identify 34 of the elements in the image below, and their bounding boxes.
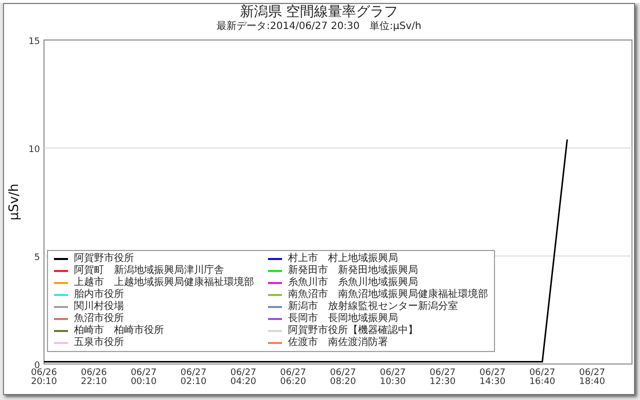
y-axis-label: μSv/h <box>7 184 22 220</box>
x-tick-label: 06/27 12:30 <box>430 368 456 387</box>
x-tick-label: 06/27 16:40 <box>529 368 556 387</box>
x-tick-label: 06/26 20:10 <box>31 368 57 387</box>
legend-label: 五泉市役所 <box>74 337 124 349</box>
legend-label: 阿賀町 新潟地域振興局津川庁舎 <box>74 265 224 276</box>
legend-label: 柏崎市 柏崎市役所 <box>74 325 164 336</box>
legend-label: 長岡市 長岡地域振興局 <box>288 313 398 324</box>
x-tick-label: 06/27 04:20 <box>230 368 256 387</box>
x-tick-label: 06/26 22:10 <box>80 368 107 387</box>
chart-subtitle: 最新データ:2014/06/27 20:30 単位:μSv/h <box>216 21 422 33</box>
y-tick-label: 5 <box>34 253 40 263</box>
x-tick-label: 06/27 00:10 <box>130 368 157 387</box>
legend-label: 魚沼市役所 <box>74 313 124 324</box>
legend-label: 新発田市 新発田地域振興局 <box>288 265 418 276</box>
legend-label: 関川村役場 <box>74 301 124 312</box>
y-tick-label: 15 <box>28 37 40 47</box>
legend-label: 阿賀野市役所【機器確認中】 <box>288 325 418 336</box>
legend-label: 糸魚川市 糸魚川地域振興局 <box>288 277 418 288</box>
x-tick-label: 06/27 14:30 <box>480 368 506 387</box>
x-tick-label: 06/27 06:20 <box>280 368 306 387</box>
legend-label: 新潟市 放射線監視センター新潟分室 <box>288 301 458 312</box>
legend-label: 上越市 上越地域振興局健康福祉環境部 <box>74 277 254 288</box>
legend-label: 阿賀野市役所 <box>74 253 134 264</box>
legend-label: 村上市 村上地域振興局 <box>288 253 398 264</box>
x-tick-label: 06/27 18:40 <box>579 368 606 387</box>
legend-label: 南魚沼市 南魚沼地域振興局健康福祉環境部 <box>288 289 488 300</box>
chart-title: 新潟県 空間線量率グラフ <box>240 4 398 21</box>
y-tick-label: 10 <box>28 145 40 155</box>
legend-label: 佐渡市 南佐渡消防署 <box>288 337 388 349</box>
legend-label: 胎内市役所 <box>74 289 124 300</box>
x-tick-label: 06/27 08:20 <box>330 368 356 387</box>
x-tick-label: 06/27 02:10 <box>180 368 206 387</box>
x-tick-label: 06/27 10:30 <box>380 368 406 387</box>
